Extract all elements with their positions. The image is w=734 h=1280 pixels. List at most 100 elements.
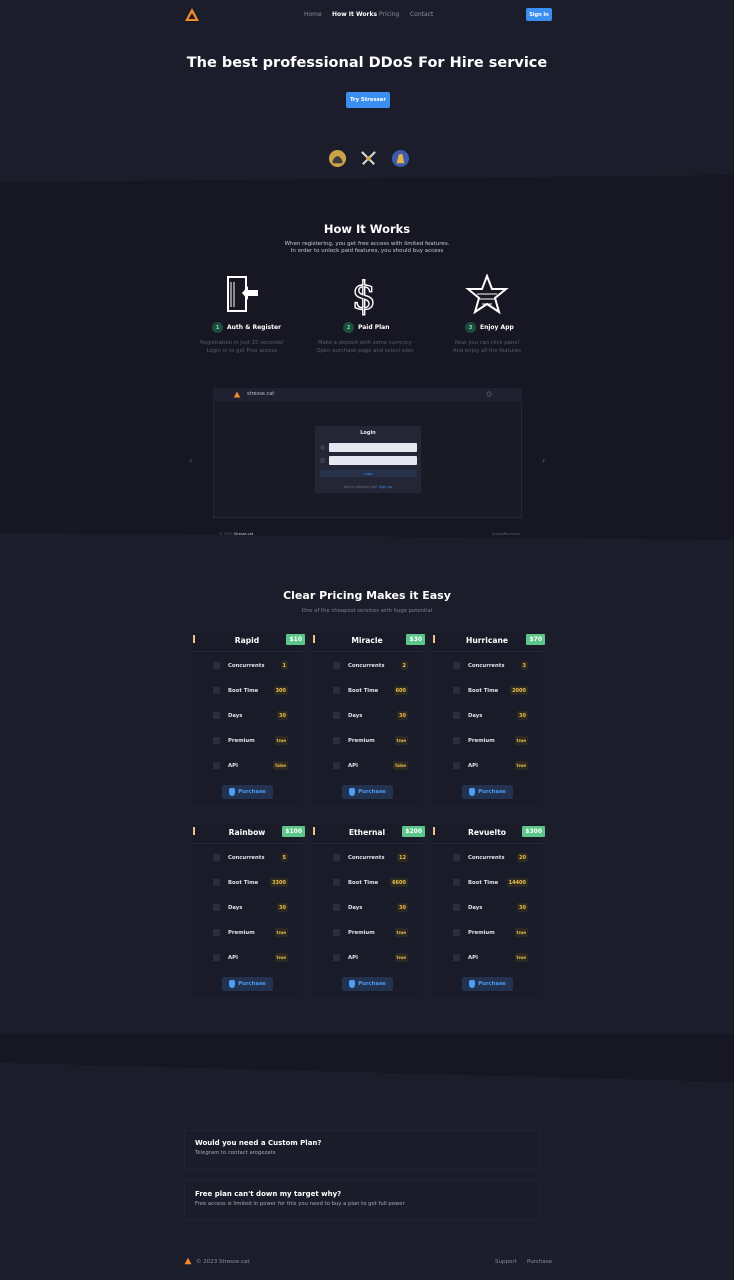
feature-label: Premium: [468, 738, 495, 744]
calendar-icon: [453, 712, 460, 719]
feature-value: true: [274, 953, 288, 962]
purchase-label: Purchase: [358, 789, 386, 795]
step-number: 3: [465, 322, 476, 333]
feature-value: 30: [397, 903, 408, 912]
crown-icon: [333, 737, 340, 744]
purchase-button[interactable]: Purchase: [222, 977, 273, 991]
plan-price-badge: $100: [282, 826, 305, 837]
feature-value: false: [273, 761, 288, 770]
stack-icon: [333, 854, 340, 861]
feature-value: true: [274, 736, 288, 745]
plan-price-badge: $30: [406, 634, 425, 645]
feature-label: Concurrents: [228, 663, 265, 669]
feature-label: Concurrents: [468, 855, 505, 861]
calendar-icon: [333, 712, 340, 719]
preview-site-name: stresse.cat: [247, 391, 275, 397]
stack-icon: [213, 662, 220, 669]
feature-value: 600: [393, 686, 408, 695]
feature-value: 3300: [270, 878, 288, 887]
clock-icon: [213, 687, 220, 694]
feature-label: Days: [348, 905, 363, 911]
plan-accent-stripe: [193, 827, 195, 835]
hero-title: The best professional DDoS For Hire serv…: [186, 55, 548, 71]
nav-home[interactable]: Home: [304, 11, 322, 18]
nav-how-it-works[interactable]: How It Works: [332, 11, 377, 18]
plan-price-badge: $10: [286, 634, 305, 645]
feature-value: 5: [280, 853, 288, 862]
plan-accent-stripe: [193, 635, 195, 643]
nav-contact[interactable]: Contact: [410, 11, 433, 18]
try-stresser-button[interactable]: Try Stresser: [346, 92, 390, 108]
plan-name: Revuelto: [468, 828, 506, 837]
stack-icon: [213, 854, 220, 861]
feature-value: 1: [280, 661, 288, 670]
step-label: Paid Plan: [358, 324, 390, 331]
stack-icon: [453, 662, 460, 669]
plan-divider: [192, 651, 303, 652]
nav-pricing[interactable]: Pricing: [379, 11, 399, 18]
stack-icon: [453, 854, 460, 861]
purchase-button[interactable]: Purchase: [222, 785, 273, 799]
footer-link-support[interactable]: Support: [495, 1259, 517, 1265]
purchase-button[interactable]: Purchase: [342, 977, 393, 991]
plan-name: Rainbow: [228, 828, 266, 837]
feature-label: Premium: [468, 930, 495, 936]
feature-value: 20: [517, 853, 528, 862]
faq-item[interactable]: [184, 1180, 540, 1220]
shield-icon: [349, 788, 356, 796]
clock-icon: [453, 879, 460, 886]
plan-accent-stripe: [433, 827, 435, 835]
plan-accent-stripe: [313, 827, 315, 835]
footer-link-purchase[interactable]: Purchase: [527, 1259, 552, 1265]
feature-label: Boot Time: [348, 688, 379, 694]
feature-value: 2000: [510, 686, 528, 695]
feature-value: 3: [520, 661, 528, 670]
crown-icon: [213, 929, 220, 936]
feature-value: true: [394, 736, 408, 745]
purchase-button[interactable]: Purchase: [342, 785, 393, 799]
step-number: 1: [212, 322, 223, 333]
shield-icon: [469, 980, 476, 988]
purchase-button[interactable]: Purchase: [462, 785, 513, 799]
feature-label: API: [468, 763, 478, 769]
feature-value: true: [514, 736, 528, 745]
feature-value: 30: [517, 903, 528, 912]
calendar-icon: [213, 712, 220, 719]
preview-footer-copyright: © 2023 Stresse.cat: [219, 532, 254, 536]
crown-icon: [213, 737, 220, 744]
calendar-icon: [453, 904, 460, 911]
purchase-button[interactable]: Purchase: [462, 977, 513, 991]
svg-text:$: $: [352, 274, 376, 316]
preview-footer-purchase: Purchase: [504, 532, 520, 536]
carousel-prev-icon[interactable]: ‹: [189, 456, 192, 465]
code-icon: [453, 954, 460, 961]
step-label: Enjoy App: [480, 324, 514, 331]
faq-answer: Free access is limited in power for this…: [195, 1201, 405, 1207]
feature-label: Boot Time: [228, 688, 259, 694]
feature-value: true: [394, 928, 408, 937]
shield-icon: [229, 980, 236, 988]
plan-name: Hurricane: [465, 636, 509, 645]
feature-value: true: [394, 953, 408, 962]
feature-value: false: [393, 761, 408, 770]
faq-divider: [0, 1034, 734, 1082]
plan-name: Ethernal: [348, 828, 386, 837]
feature-value: 30: [277, 903, 288, 912]
brand-logo[interactable]: [184, 7, 200, 22]
sign-in-button[interactable]: Sign In: [526, 8, 552, 21]
feature-label: Premium: [228, 930, 255, 936]
feature-label: API: [228, 763, 238, 769]
feature-label: Premium: [228, 738, 255, 744]
plan-price-badge: $300: [522, 826, 545, 837]
lock-icon: [320, 458, 325, 463]
feature-label: API: [468, 955, 478, 961]
crown-icon: [453, 737, 460, 744]
feature-value: 300: [273, 686, 288, 695]
carousel-next-icon[interactable]: ›: [542, 456, 545, 465]
door-enter-icon: [227, 276, 258, 312]
faq-question: Free plan can't down my target why?: [195, 1190, 342, 1198]
clock-icon: [333, 879, 340, 886]
code-icon: [213, 954, 220, 961]
dollar-icon: $: [351, 273, 377, 316]
shield-icon: [469, 788, 476, 796]
